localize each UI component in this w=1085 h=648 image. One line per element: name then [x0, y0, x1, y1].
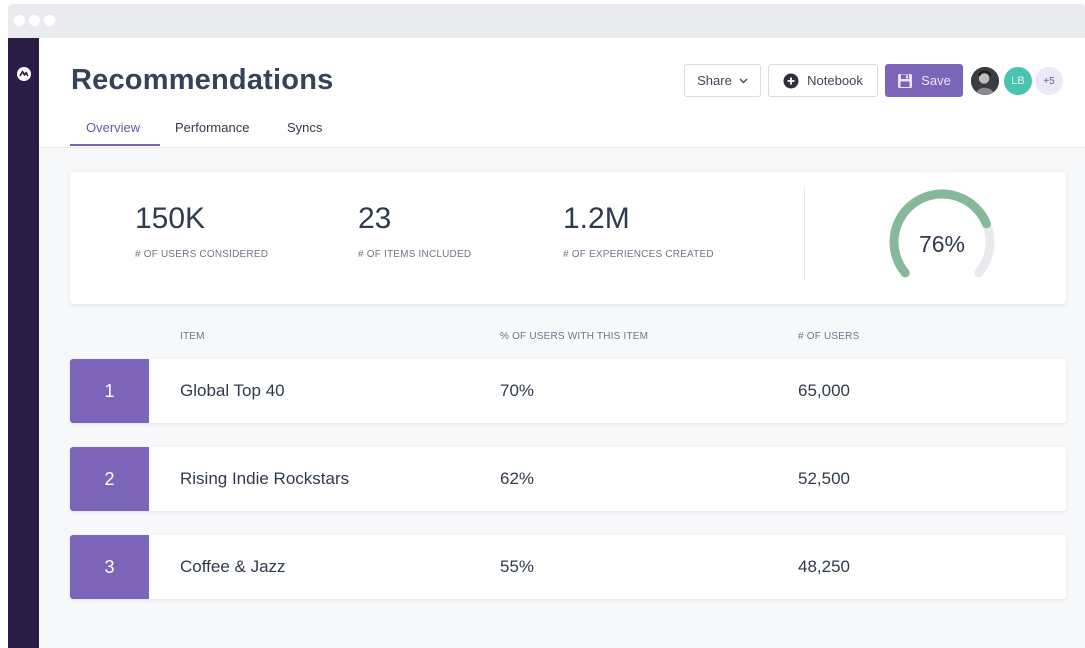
- save-button-label: Save: [921, 73, 951, 88]
- table-row[interactable]: 2 Rising Indie Rockstars 62% 52,500: [70, 447, 1066, 511]
- active-tab-indicator: [70, 144, 160, 146]
- tab-performance[interactable]: Performance: [175, 120, 249, 147]
- rank-badge: 1: [70, 359, 149, 423]
- stats-card: 150K # OF USERS CONSIDERED 23 # OF ITEMS…: [70, 172, 1066, 304]
- notebook-button[interactable]: Notebook: [768, 64, 878, 97]
- item-pct: 62%: [500, 469, 535, 488]
- stat-value-items: 23: [358, 202, 392, 235]
- window-dot-icon: [14, 15, 25, 26]
- item-name: Coffee & Jazz: [180, 557, 286, 576]
- share-button[interactable]: Share: [684, 64, 761, 97]
- column-header-item: ITEM: [180, 331, 205, 342]
- stat-value-experiences: 1.2M: [563, 202, 630, 235]
- stat-label-users: # OF USERS CONSIDERED: [135, 249, 269, 260]
- main-content: Recommendations Overview Performance Syn…: [39, 38, 1085, 648]
- chevron-down-icon: [739, 78, 748, 83]
- table-row[interactable]: 1 Global Top 40 70% 65,000: [70, 359, 1066, 423]
- user-initials-avatar[interactable]: LB: [1002, 65, 1034, 97]
- item-name: Global Top 40: [180, 381, 285, 400]
- logo-glyph-icon: [19, 70, 29, 77]
- stat-label-items: # OF ITEMS INCLUDED: [358, 249, 472, 260]
- column-header-users: # OF USERS: [798, 331, 860, 342]
- item-name: Rising Indie Rockstars: [180, 469, 350, 488]
- stat-value-users: 150K: [135, 202, 206, 235]
- item-users: 48,250: [798, 557, 850, 576]
- window-dot-icon: [44, 15, 55, 26]
- progress-gauge: 76%: [882, 187, 1002, 287]
- page-title: Recommendations: [71, 64, 334, 96]
- browser-title-bar: [8, 4, 1085, 38]
- rank-badge: 2: [70, 447, 149, 511]
- share-button-label: Share: [697, 73, 732, 88]
- user-photo-icon: [971, 67, 999, 95]
- more-users-badge[interactable]: +5: [1033, 65, 1065, 97]
- gauge-value: 76%: [918, 231, 966, 257]
- page-header: Recommendations Overview Performance Syn…: [39, 38, 1085, 148]
- app-logo-icon[interactable]: [17, 67, 31, 81]
- floppy-disk-icon: [898, 73, 913, 88]
- plus-circle-icon: [783, 73, 799, 88]
- save-button[interactable]: Save: [885, 64, 963, 97]
- tab-syncs[interactable]: Syncs: [287, 120, 322, 147]
- stat-label-experiences: # OF EXPERIENCES CREATED: [563, 249, 714, 260]
- rank-badge: 3: [70, 535, 149, 599]
- stats-divider: [804, 187, 805, 281]
- item-users: 65,000: [798, 381, 850, 400]
- item-pct: 55%: [500, 557, 535, 576]
- item-users: 52,500: [798, 469, 850, 488]
- item-pct: 70%: [500, 381, 535, 400]
- tab-overview[interactable]: Overview: [86, 120, 140, 147]
- sidebar: [8, 38, 39, 648]
- column-header-pct: % OF USERS WITH THIS ITEM: [500, 331, 649, 342]
- table-row[interactable]: 3 Coffee & Jazz 55% 48,250: [70, 535, 1066, 599]
- user-photo-avatar[interactable]: [969, 65, 1001, 97]
- window-dot-icon: [29, 15, 40, 26]
- notebook-button-label: Notebook: [807, 73, 863, 88]
